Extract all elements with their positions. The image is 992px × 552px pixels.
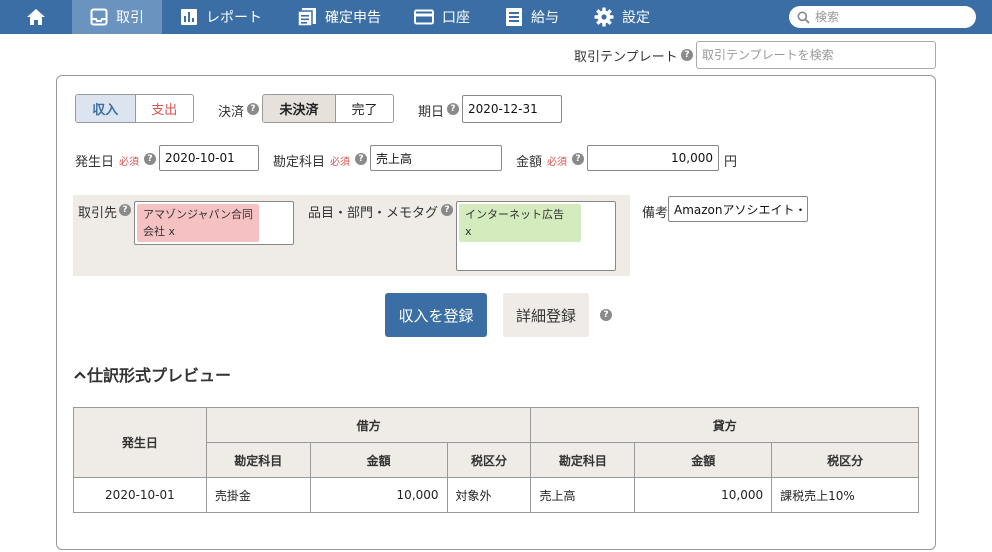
nav-transactions-label: 取引 — [116, 10, 144, 26]
items-tag-input[interactable]: インターネット広告 x — [456, 201, 616, 271]
nav-tax-return[interactable]: 確定申告 — [297, 0, 381, 34]
unsettled-button[interactable]: 未決済 — [263, 95, 335, 122]
items-tag-text-2: x — [465, 225, 472, 238]
nav-reports-label: レポート — [206, 10, 262, 26]
gear-icon — [594, 7, 614, 27]
search-box[interactable] — [789, 6, 976, 28]
table-row: 2020-10-01 売掛金 10,000 対象外 売上高 10,000 課税売… — [73, 477, 919, 513]
header-debit: 借方 — [205, 407, 532, 443]
chevron-up-icon — [74, 371, 86, 379]
cell-credit-tax: 課税売上10% — [771, 477, 919, 513]
register-help-icon[interactable]: ? — [600, 309, 612, 321]
account-input[interactable] — [370, 145, 502, 171]
amount-label: 金額 — [516, 155, 543, 170]
type-income-button[interactable]: 収入 — [76, 95, 135, 122]
register-income-button[interactable]: 収入を登録 — [385, 293, 487, 337]
type-toggle: 収入 支出 — [75, 94, 194, 123]
nav-settings[interactable]: 設定 — [594, 0, 650, 34]
items-tag[interactable]: インターネット広告 x — [459, 204, 581, 242]
cell-credit-amount: 10,000 — [634, 477, 773, 513]
amount-required-badge: 必須 — [547, 157, 567, 168]
settlement-toggle: 未決済 完了 — [262, 94, 394, 123]
account-help-icon[interactable]: ? — [355, 153, 367, 165]
inbox-icon — [90, 8, 108, 26]
header-credit-account: 勘定科目 — [530, 442, 636, 478]
header-credit: 貸方 — [530, 407, 919, 443]
header-debit-tax: 税区分 — [446, 442, 532, 478]
partner-tag-text-1: アマゾンジャパン合同 — [143, 208, 253, 221]
settled-button[interactable]: 完了 — [335, 95, 393, 122]
header-credit-tax: 税区分 — [771, 442, 919, 478]
cell-date: 2020-10-01 — [73, 477, 207, 513]
partner-label: 取引先 — [78, 206, 118, 221]
cell-debit-tax: 対象外 — [446, 477, 532, 513]
preview-toggle[interactable]: 仕訳形式プレビュー — [73, 362, 231, 386]
items-label: 品目・部門・メモタグ — [308, 206, 439, 221]
date-label: 発生日 — [75, 155, 115, 170]
due-date-label: 期日 — [418, 105, 445, 120]
settlement-label: 決済 — [218, 105, 245, 120]
amount-help-icon[interactable]: ? — [572, 153, 584, 165]
top-nav: 取引 レポート 確定申告 口座 給与 設定 検索 — [0, 0, 992, 34]
template-help-icon[interactable]: ? — [681, 49, 693, 61]
yen-unit: 円 — [724, 155, 738, 170]
nav-payroll-label: 給与 — [531, 10, 559, 26]
settlement-help-icon[interactable]: ? — [247, 103, 259, 115]
memo-input[interactable] — [668, 196, 808, 222]
home-icon — [27, 9, 45, 25]
amount-input[interactable] — [587, 145, 719, 171]
header-debit-account: 勘定科目 — [205, 442, 311, 478]
account-label: 勘定科目 — [273, 155, 326, 170]
template-label: 取引テンプレート — [574, 50, 678, 65]
date-help-icon[interactable]: ? — [144, 153, 156, 165]
nav-home[interactable] — [0, 0, 72, 34]
partner-tag-text-2: 会社 x — [143, 225, 176, 238]
nav-accounts[interactable]: 口座 — [414, 0, 470, 34]
journal-preview-table: 発生日 借方 貸方 勘定科目 金額 税区分 勘定科目 金額 税区分 2020-1… — [73, 407, 919, 513]
nav-payroll[interactable]: 給与 — [505, 0, 559, 34]
memo-label: 備考 — [642, 206, 669, 221]
date-input[interactable] — [159, 145, 259, 171]
detail-register-button[interactable]: 詳細登録 — [503, 293, 589, 337]
search-input[interactable] — [815, 10, 965, 24]
items-help-icon[interactable]: ? — [441, 204, 453, 216]
partner-help-icon[interactable]: ? — [119, 204, 131, 216]
header-date: 発生日 — [73, 407, 207, 478]
cell-debit-amount: 10,000 — [309, 477, 448, 513]
search-icon — [797, 11, 810, 24]
items-tag-text-1: インターネット広告 — [465, 208, 564, 221]
partner-tag-input[interactable]: アマゾンジャパン合同 会社 x — [134, 201, 294, 245]
account-required-badge: 必須 — [330, 157, 350, 168]
cell-debit-account: 売掛金 — [205, 477, 311, 513]
template-search-input[interactable] — [696, 41, 936, 69]
preview-title: 仕訳形式プレビュー — [87, 366, 232, 385]
nav-accounts-label: 口座 — [442, 10, 470, 26]
header-debit-amount: 金額 — [309, 442, 448, 478]
nav-reports[interactable]: レポート — [180, 0, 262, 34]
type-expense-button[interactable]: 支出 — [134, 95, 193, 122]
cell-credit-account: 売上高 — [530, 477, 636, 513]
bar-chart-icon — [181, 9, 197, 25]
due-date-help-icon[interactable]: ? — [447, 103, 459, 115]
due-date-input[interactable] — [462, 95, 562, 123]
nav-transactions[interactable]: 取引 — [72, 0, 162, 34]
date-required-badge: 必須 — [119, 157, 139, 168]
header-credit-amount: 金額 — [634, 442, 773, 478]
document-icon — [297, 8, 316, 27]
partner-tag[interactable]: アマゾンジャパン合同 会社 x — [137, 204, 259, 242]
nav-settings-label: 設定 — [622, 10, 650, 26]
credit-card-icon — [414, 9, 434, 25]
list-icon — [506, 8, 522, 26]
nav-tax-return-label: 確定申告 — [325, 10, 381, 26]
